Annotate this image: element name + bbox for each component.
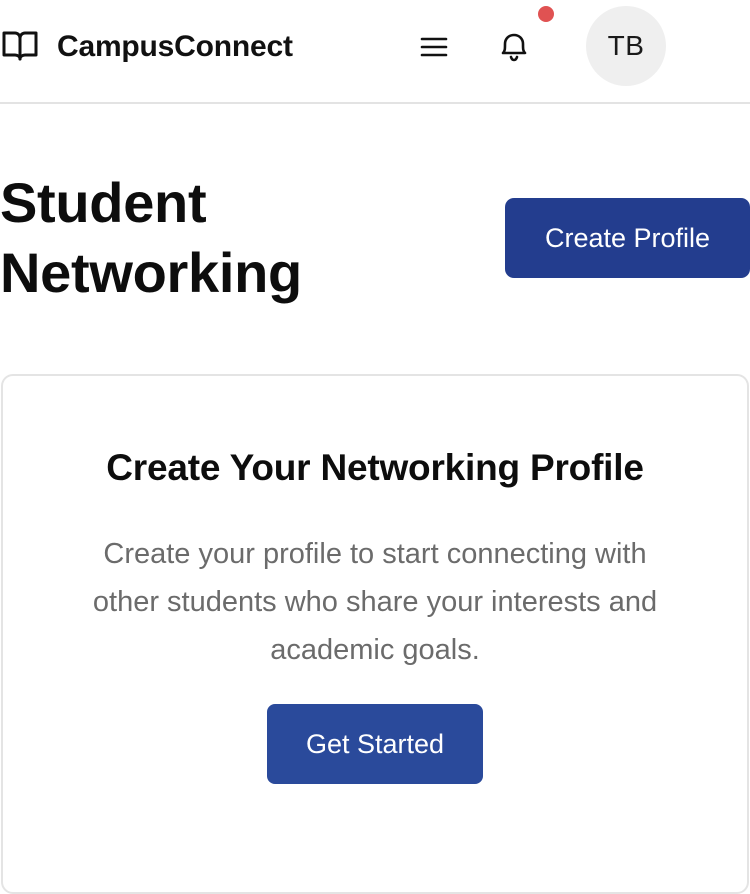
top-navigation-bar: CampusConnect TB — [0, 0, 750, 104]
card-title: Create Your Networking Profile — [106, 447, 644, 488]
create-profile-button[interactable]: Create Profile — [505, 198, 750, 278]
book-icon — [2, 31, 38, 61]
bell-icon[interactable] — [494, 26, 534, 66]
user-avatar[interactable]: TB — [586, 6, 666, 86]
get-started-button[interactable]: Get Started — [267, 704, 483, 784]
page-title: Student Networking — [0, 171, 302, 304]
brand-name[interactable]: CampusConnect — [57, 28, 293, 66]
notification-badge — [538, 6, 554, 22]
hamburger-menu-icon[interactable] — [418, 32, 450, 62]
card-description: Create your profile to start connecting … — [92, 538, 658, 666]
